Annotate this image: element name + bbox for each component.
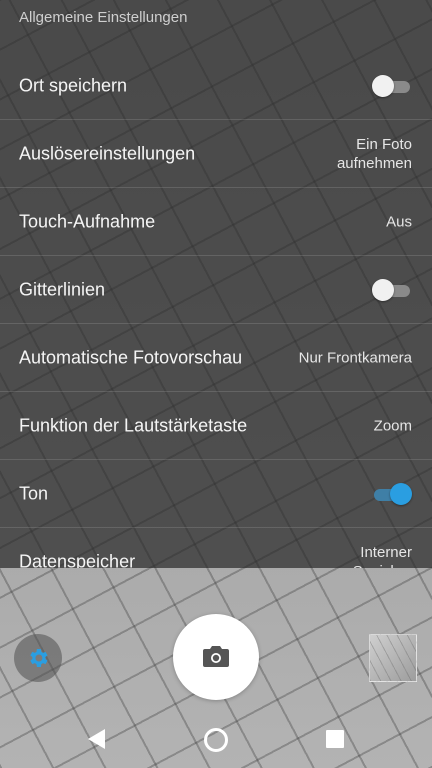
sound-toggle[interactable] — [372, 482, 412, 505]
navigation-bar — [0, 710, 432, 768]
home-circle-icon[interactable] — [203, 727, 229, 753]
setting-value: Aus — [386, 213, 412, 230]
setting-shutter[interactable]: Auslösereinstellungen Ein Foto aufnehmen — [0, 120, 432, 188]
gear-icon — [30, 649, 48, 667]
setting-label: Auslösereinstellungen — [19, 143, 196, 163]
setting-touch-capture[interactable]: Touch-Aufnahme Aus — [0, 188, 432, 256]
settings-button[interactable] — [14, 634, 62, 682]
back-triangle-icon[interactable] — [86, 727, 106, 751]
setting-label: Datenspeicher — [19, 551, 136, 568]
setting-label: Ort speichern — [19, 75, 128, 95]
setting-grid-lines[interactable]: Gitterlinien — [0, 256, 432, 324]
setting-label: Funktion der Lautstärketaste — [19, 415, 248, 435]
setting-label: Gitterlinien — [19, 279, 106, 299]
recents-square-icon[interactable] — [325, 729, 345, 749]
setting-value: Nur Frontkamera — [298, 349, 412, 366]
setting-sound[interactable]: Ton — [0, 460, 432, 528]
setting-label: Touch-Aufnahme — [19, 211, 156, 231]
setting-label: Automatische Fotovorschau — [19, 347, 243, 367]
setting-save-location[interactable]: Ort speichern — [0, 52, 432, 120]
setting-value: Interner Speicher — [353, 543, 412, 569]
save-location-toggle[interactable] — [372, 74, 412, 97]
settings-panel: Allgemeine Einstellungen Ort speichern A… — [0, 0, 432, 568]
setting-auto-preview[interactable]: Automatische Fotovorschau Nur Frontkamer… — [0, 324, 432, 392]
shutter-button[interactable] — [173, 614, 259, 700]
setting-storage[interactable]: Datenspeicher Interner Speicher — [0, 528, 432, 569]
setting-value: Ein Foto aufnehmen — [336, 135, 412, 172]
section-header: Allgemeine Einstellungen — [19, 9, 188, 26]
setting-label: Ton — [19, 483, 49, 503]
camera-icon — [203, 646, 229, 667]
setting-volume-key[interactable]: Funktion der Lautstärketaste Zoom — [0, 392, 432, 460]
grid-lines-toggle[interactable] — [372, 278, 412, 301]
last-photo-thumbnail[interactable] — [369, 634, 417, 682]
setting-value: Zoom — [373, 417, 412, 434]
